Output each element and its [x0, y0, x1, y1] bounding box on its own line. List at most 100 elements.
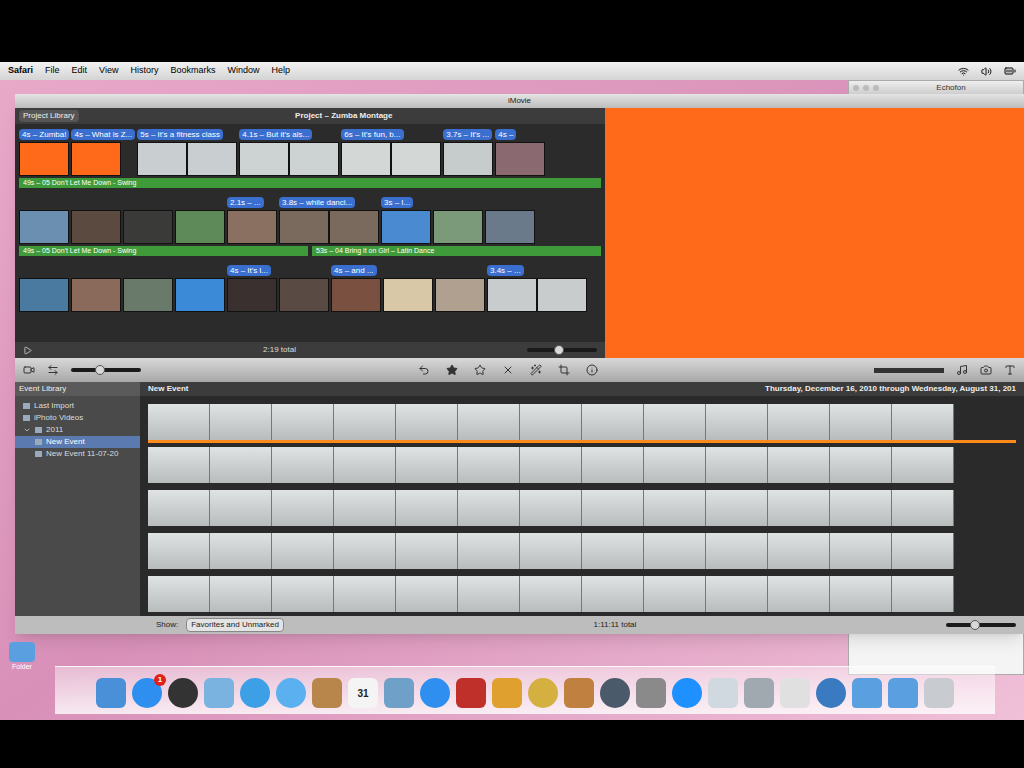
clip[interactable]	[383, 264, 433, 312]
camera-icon[interactable]	[23, 364, 35, 376]
clip[interactable]	[19, 196, 69, 244]
dock-item[interactable]	[924, 678, 954, 708]
dock-item[interactable]: 1	[132, 678, 162, 708]
dock-item[interactable]	[240, 678, 270, 708]
browser-zoom-slider[interactable]	[946, 623, 1016, 627]
menu-item[interactable]: View	[99, 64, 118, 78]
wand-icon[interactable]	[530, 364, 542, 376]
clip[interactable]	[19, 264, 69, 312]
music-bar[interactable]: 49s – 05 Don't Let Me Down - Swing	[19, 178, 601, 188]
clip[interactable]	[279, 264, 329, 312]
clip-tag[interactable]: 3.8s – while danci...	[279, 197, 355, 208]
clip[interactable]	[175, 264, 225, 312]
clip[interactable]	[175, 196, 225, 244]
dock-item[interactable]	[528, 678, 558, 708]
volume-icon[interactable]	[981, 66, 992, 77]
desktop-icon[interactable]: Folder	[2, 642, 42, 673]
crop-icon[interactable]	[558, 364, 570, 376]
menu-item[interactable]: Edit	[72, 64, 88, 78]
clip[interactable]: 2.1s – ...	[227, 196, 277, 244]
unfavorite-icon[interactable]	[474, 364, 486, 376]
dock-item[interactable]	[600, 678, 630, 708]
menu-item[interactable]: Bookmarks	[170, 64, 215, 78]
clip[interactable]: 4.1s – But it's als...	[239, 128, 339, 176]
event-library-item[interactable]: New Event 11-07-20	[15, 448, 140, 460]
clip-tag[interactable]: 4s –	[495, 129, 516, 140]
clip-tag[interactable]: 6s – It's fun, b...	[341, 129, 403, 140]
clip[interactable]	[485, 196, 535, 244]
clip-tag[interactable]: 4s – Zumba!	[19, 129, 69, 140]
clip[interactable]	[123, 264, 173, 312]
dock-item[interactable]	[744, 678, 774, 708]
dock-item[interactable]	[816, 678, 846, 708]
event-library-item[interactable]: 2011	[15, 424, 140, 436]
dock-item[interactable]	[312, 678, 342, 708]
music-icon[interactable]	[956, 364, 968, 376]
dock-item[interactable]	[636, 678, 666, 708]
clip[interactable]: 3.7s – It's ...	[443, 128, 493, 176]
dock-item[interactable]	[852, 678, 882, 708]
dock-item[interactable]	[384, 678, 414, 708]
title-icon[interactable]	[1004, 364, 1016, 376]
music-bar[interactable]: 53s – 04 Bring it on Girl – Latin Dance	[312, 246, 601, 256]
clip[interactable]	[71, 196, 121, 244]
project-library-button[interactable]: Project Library	[19, 110, 79, 122]
clip-tag[interactable]: 4s – and ...	[331, 265, 377, 276]
clip[interactable]: 4s –	[495, 128, 545, 176]
disclosure-icon[interactable]	[23, 426, 31, 434]
clip-tag[interactable]: 4s – It's l...	[227, 265, 271, 276]
dock-item[interactable]	[420, 678, 450, 708]
dock-item[interactable]	[708, 678, 738, 708]
menu-item[interactable]: History	[130, 64, 158, 78]
clip[interactable]	[71, 264, 121, 312]
thumbnail-slider[interactable]	[71, 368, 141, 372]
dock-item[interactable]: 31	[348, 678, 378, 708]
dock-item[interactable]	[168, 678, 198, 708]
reject-icon[interactable]	[502, 364, 514, 376]
clip[interactable]: 4s – and ...	[331, 264, 381, 312]
event-strip[interactable]	[148, 447, 1016, 486]
undo-icon[interactable]	[418, 364, 430, 376]
clip-tag[interactable]: 3s – I...	[381, 197, 413, 208]
clip-tag[interactable]: 4s – What is Z...	[71, 129, 135, 140]
dock-item[interactable]	[456, 678, 486, 708]
clip-tag[interactable]: 4.1s – But it's als...	[239, 129, 312, 140]
clip[interactable]	[435, 264, 485, 312]
menu-item[interactable]: File	[45, 64, 60, 78]
dock-item[interactable]	[780, 678, 810, 708]
dock-item[interactable]	[492, 678, 522, 708]
filter-select[interactable]: Favorites and Unmarked	[186, 618, 284, 632]
clip[interactable]	[123, 196, 173, 244]
clip[interactable]	[433, 196, 483, 244]
dock-item[interactable]	[672, 678, 702, 708]
dock-item[interactable]	[96, 678, 126, 708]
clip[interactable]: 4s – What is Z...	[71, 128, 135, 176]
info-icon[interactable]	[586, 364, 598, 376]
swap-icon[interactable]	[47, 364, 59, 376]
clip[interactable]: 4s – It's l...	[227, 264, 277, 312]
menu-item[interactable]: Window	[227, 64, 259, 78]
dock-item[interactable]	[888, 678, 918, 708]
dock-item[interactable]	[204, 678, 234, 708]
event-strip[interactable]	[148, 576, 1016, 615]
event-strip[interactable]	[148, 404, 1016, 443]
menu-item[interactable]: Safari	[8, 64, 33, 78]
clip[interactable]: 3.4s – ...	[487, 264, 587, 312]
clip[interactable]: 3.8s – while danci...	[279, 196, 379, 244]
event-strip[interactable]	[148, 533, 1016, 572]
photo-icon[interactable]	[980, 364, 992, 376]
clip-tag[interactable]: 2.1s – ...	[227, 197, 264, 208]
clip-tag[interactable]: 3.7s – It's ...	[443, 129, 492, 140]
favorite-icon[interactable]	[446, 364, 458, 376]
dock-item[interactable]	[276, 678, 306, 708]
menu-item[interactable]: Help	[271, 64, 290, 78]
clip-tag[interactable]: 3.4s – ...	[487, 265, 524, 276]
clip[interactable]: 3s – I...	[381, 196, 431, 244]
event-library-item[interactable]: iPhoto Videos	[15, 412, 140, 424]
clip[interactable]: 6s – It's fun, b...	[341, 128, 441, 176]
clip[interactable]: 5s – It's a fitness class	[137, 128, 237, 176]
clip[interactable]: 4s – Zumba!	[19, 128, 69, 176]
event-library-item[interactable]: New Event	[15, 436, 140, 448]
music-bar[interactable]: 49s – 05 Don't Let Me Down - Swing	[19, 246, 308, 256]
event-library-item[interactable]: Last Import	[15, 400, 140, 412]
